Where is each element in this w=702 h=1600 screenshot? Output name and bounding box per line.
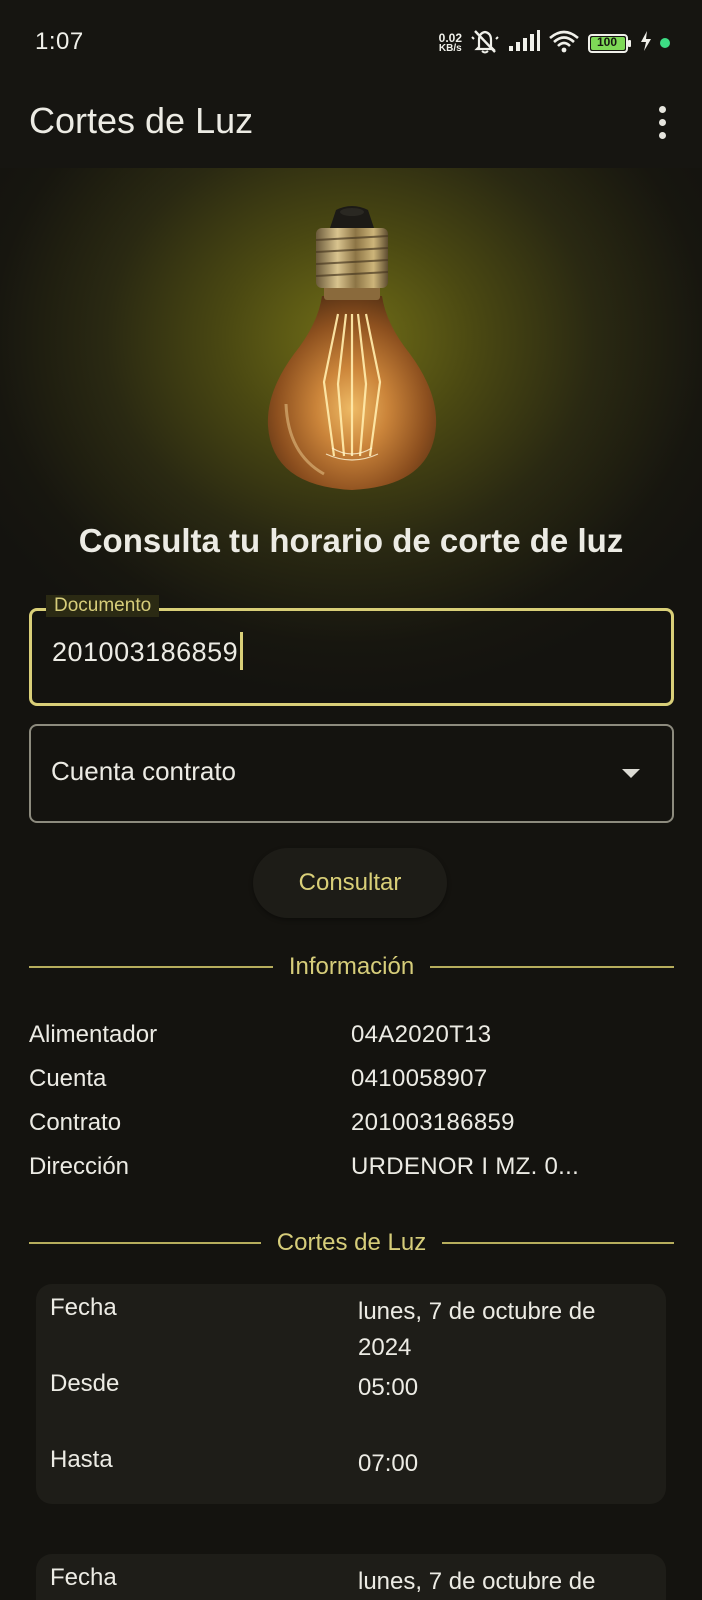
divider-line [442, 1242, 675, 1244]
info-row-direccion: Dirección URDENOR I MZ. 0... [29, 1153, 674, 1185]
fecha-value: lunes, 7 de octubre de [358, 1568, 596, 1595]
wifi-icon [548, 29, 580, 58]
info-value: 04A2020T13 [351, 1021, 492, 1048]
hasta-label: Hasta [50, 1446, 113, 1473]
status-icons: 0.02 KB/s 100 [439, 26, 670, 60]
hasta-value: 07:00 [358, 1450, 419, 1477]
battery-icon: 100 [588, 33, 632, 53]
informacion-title: Información [288, 953, 415, 980]
info-label: Contrato [29, 1109, 122, 1136]
corte-card: Fecha lunes, 7 de octubre de 2024 Desde … [36, 1284, 666, 1504]
battery-level: 100 [596, 34, 618, 49]
fecha-label: Fecha [50, 1564, 117, 1591]
info-row-alimentador: Alimentador 04A2020T13 [29, 1021, 674, 1053]
informacion-divider: Información [29, 952, 675, 982]
documento-value: 201003186859 [52, 637, 239, 667]
cortes-title: Cortes de Luz [276, 1229, 427, 1256]
dot-indicator [660, 38, 670, 48]
charging-icon [640, 30, 652, 56]
corte-card: Fecha lunes, 7 de octubre de [36, 1554, 666, 1600]
divider-line [430, 966, 675, 968]
info-value: 201003186859 [351, 1109, 515, 1136]
info-label: Dirección [29, 1153, 130, 1180]
info-value: URDENOR I MZ. 0... [351, 1153, 580, 1180]
dropdown-arrow-icon [622, 769, 640, 778]
consultar-button[interactable]: Consultar [253, 848, 447, 918]
cortes-divider: Cortes de Luz [29, 1228, 675, 1258]
documento-input[interactable]: 201003186859 [52, 631, 244, 670]
info-value: 0410058907 [351, 1065, 488, 1092]
cuenta-contrato-label: Cuenta contrato [51, 756, 237, 786]
desde-value: 05:00 [358, 1374, 419, 1401]
desde-label: Desde [50, 1370, 120, 1397]
app-title: Cortes de Luz [29, 100, 254, 141]
screen: 1:07 0.02 KB/s 100 Cortes de Luz Consult… [0, 0, 702, 1600]
net-speed: 0.02 KB/s [439, 32, 462, 54]
status-bar: 1:07 0.02 KB/s 100 [0, 0, 702, 84]
light-bulb-image [246, 204, 458, 500]
info-label: Alimentador [29, 1021, 158, 1048]
text-caret [240, 631, 244, 670]
info-row-cuenta: Cuenta 0410058907 [29, 1065, 674, 1097]
net-speed-unit: KB/s [438, 43, 462, 54]
cuenta-contrato-dropdown[interactable]: Cuenta contrato [29, 724, 674, 823]
main-content: Consulta tu horario de corte de luz Docu… [0, 168, 702, 1600]
signal-icon [508, 29, 540, 57]
headline: Consulta tu horario de corte de luz [78, 522, 624, 559]
documento-label: Documento [46, 595, 160, 617]
app-bar: Cortes de Luz [0, 84, 702, 168]
mute-icon [470, 27, 500, 60]
divider-line [29, 1242, 261, 1244]
fecha-value: lunes, 7 de octubre de 2024 [358, 1298, 596, 1361]
more-vert-icon[interactable] [650, 102, 674, 142]
documento-field[interactable]: Documento 201003186859 [29, 595, 674, 706]
fecha-label: Fecha [50, 1294, 117, 1321]
info-label: Cuenta [29, 1065, 107, 1092]
info-row-contrato: Contrato 201003186859 [29, 1109, 674, 1141]
status-time: 1:07 [35, 28, 84, 55]
divider-line [29, 966, 273, 968]
